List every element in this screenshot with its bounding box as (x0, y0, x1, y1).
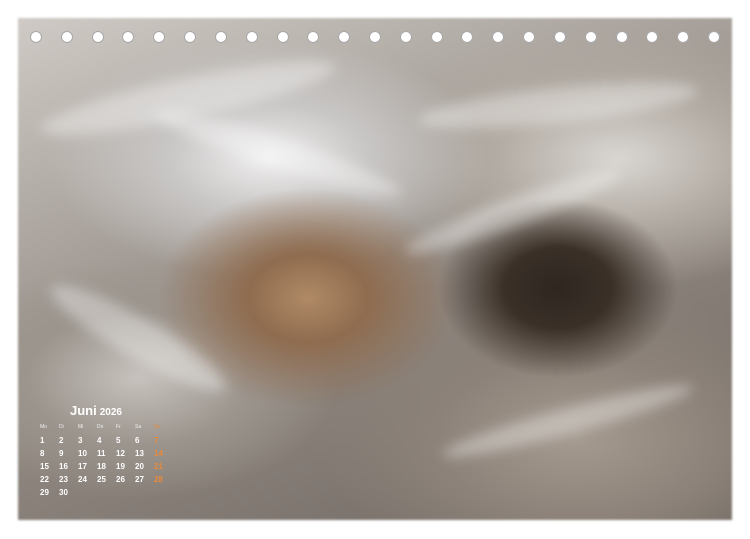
calendar-day (150, 487, 169, 498)
binding-hole (338, 31, 351, 43)
calendar-grid: Mo Di Mi Do Fr Sa So 1 2 3 4 5 6 7 8 9 10 11 12 13 14 15 16 17 1… (36, 424, 176, 498)
calendar-heading: Juni 2026 (70, 402, 176, 420)
calendar-day: 20 (135, 462, 144, 471)
calendar-day: 28 (154, 475, 163, 484)
year: 2026 (99, 407, 122, 418)
binding-hole (677, 31, 690, 43)
calendar-day: 27 (135, 475, 144, 484)
binding-hole (184, 31, 197, 43)
month-name: Juni (70, 403, 97, 418)
calendar-day: 24 (78, 475, 87, 484)
weekday-label: Fr (116, 424, 121, 430)
binding-hole (523, 31, 536, 43)
calendar-day: 11 (97, 449, 106, 458)
calendar-day: 4 (97, 436, 102, 445)
binding-hole (153, 31, 166, 43)
weekday-label: Di (59, 424, 64, 430)
calendar-day: 17 (78, 462, 87, 471)
binding-hole (615, 31, 628, 43)
calendar-day (112, 487, 131, 498)
binding-hole (91, 31, 104, 43)
calendar-day: 5 (116, 436, 121, 445)
weekday-label: Mi (78, 424, 84, 430)
binding-hole (369, 31, 381, 43)
calendar-day: 22 (40, 475, 49, 484)
calendar-day: 16 (59, 462, 68, 471)
calendar-day: 3 (78, 436, 83, 445)
binding-hole (553, 31, 566, 43)
calendar-day: 30 (59, 488, 68, 497)
binding-hole (30, 31, 42, 43)
calendar-day: 23 (59, 475, 68, 484)
binding-hole (60, 31, 73, 43)
calendar-day (131, 487, 150, 498)
calendar-day: 12 (116, 449, 125, 458)
calendar-day: 29 (40, 488, 49, 497)
binding-hole (276, 31, 289, 43)
calendar-day: 7 (154, 436, 159, 445)
binding-hole (399, 31, 412, 43)
binding-hole (307, 31, 320, 43)
calendar-day: 6 (135, 436, 140, 445)
calendar-day (93, 487, 112, 498)
binding-holes (30, 31, 720, 47)
calendar-day: 13 (135, 449, 144, 458)
binding-hole (584, 31, 597, 43)
calendar-day: 25 (97, 475, 106, 484)
weekday-label: So (154, 424, 161, 430)
binding-hole (461, 31, 474, 43)
calendar-day: 15 (40, 462, 49, 471)
binding-hole (646, 31, 659, 43)
month-calendar: Juni 2026 Mo Di Mi Do Fr Sa So 1 2 3 4 5 6 7 8 9 10 11 12 13… (36, 402, 176, 498)
binding-hole (214, 31, 227, 43)
weekday-label: Mo (40, 424, 47, 430)
weekday-label: Sa (135, 424, 142, 430)
binding-hole (122, 31, 135, 43)
binding-hole (708, 31, 720, 43)
calendar-day: 14 (154, 449, 163, 458)
binding-hole (430, 31, 443, 43)
calendar-day: 18 (97, 462, 106, 471)
calendar-day: 21 (154, 462, 163, 471)
calendar-day: 9 (59, 449, 64, 458)
calendar-day: 8 (40, 449, 45, 458)
weekday-label: Do (97, 424, 104, 430)
calendar-day: 2 (59, 436, 64, 445)
calendar-page: Juni 2026 Mo Di Mi Do Fr Sa So 1 2 3 4 5 6 7 8 9 10 11 12 13… (0, 0, 750, 539)
calendar-day: 10 (78, 449, 87, 458)
binding-hole (245, 31, 258, 43)
calendar-day: 19 (116, 462, 125, 471)
calendar-day: 1 (40, 436, 45, 445)
calendar-day: 26 (116, 475, 125, 484)
calendar-day (74, 487, 93, 498)
binding-hole (492, 31, 505, 43)
